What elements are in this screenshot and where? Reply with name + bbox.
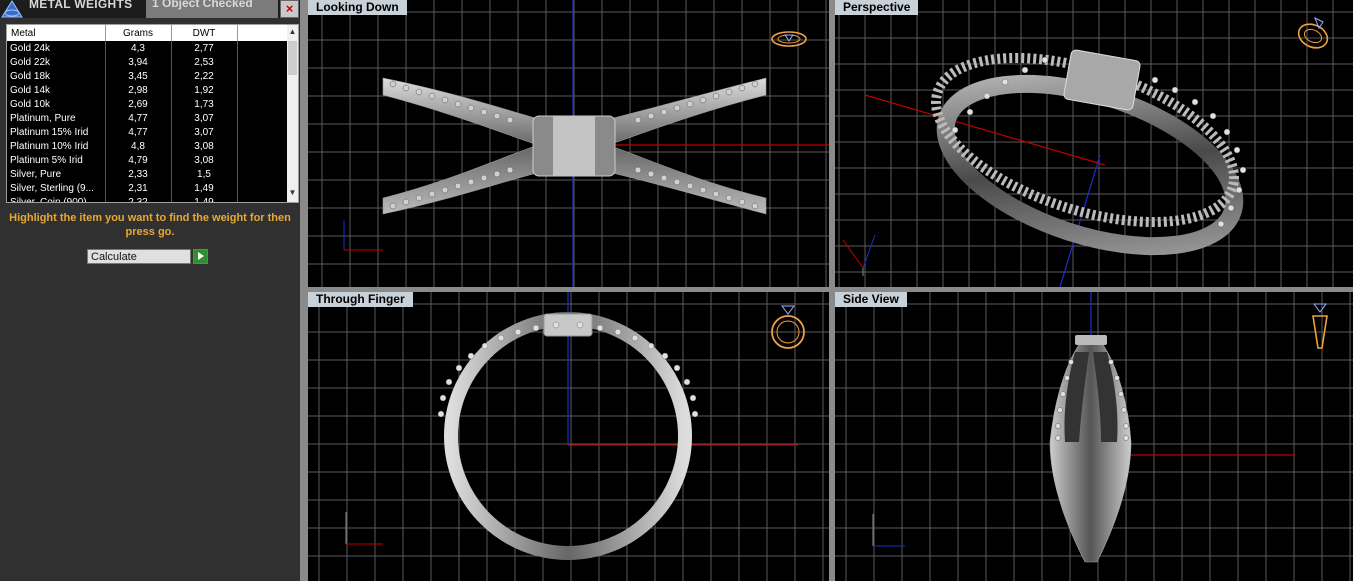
ring-orientation-icon[interactable] xyxy=(768,300,808,352)
table-row[interactable]: Gold 22k 3,94 2,53 xyxy=(7,55,288,69)
metal-weights-panel: METAL WEIGHTS 1 Object Checked × Metal G… xyxy=(0,0,300,581)
ring-perspective-view xyxy=(842,49,1247,287)
panel-titlebar: METAL WEIGHTS 1 Object Checked × xyxy=(0,0,300,18)
cell-dwt: 2,53 xyxy=(171,55,238,69)
cell-metal: Silver, Pure xyxy=(7,167,106,181)
cell-metal: Silver, Coin (900) xyxy=(7,195,106,202)
table-row[interactable]: Gold 10k 2,69 1,73 xyxy=(7,97,288,111)
status-text: 1 Object Checked xyxy=(152,0,253,10)
column-header-grams[interactable]: Grams xyxy=(105,25,172,41)
cell-empty xyxy=(237,153,288,167)
viewport-through-finger[interactable]: Through Finger xyxy=(308,292,829,581)
scroll-down-icon[interactable]: ▼ xyxy=(287,188,298,200)
cell-empty xyxy=(237,69,288,83)
table-row[interactable]: Silver, Pure 2,33 1,5 xyxy=(7,167,288,181)
ring-orientation-icon[interactable] xyxy=(769,28,809,50)
ring-top-view xyxy=(343,0,829,287)
cell-dwt: 1,73 xyxy=(171,97,238,111)
cell-dwt: 1,5 xyxy=(171,167,238,181)
objects-checked-status: 1 Object Checked xyxy=(146,0,278,18)
cell-metal: Gold 10k xyxy=(7,97,106,111)
green-play-icon[interactable] xyxy=(193,249,208,264)
viewport-perspective[interactable]: Perspective xyxy=(835,0,1353,287)
cell-dwt: 2,22 xyxy=(171,69,238,83)
cell-dwt: 1,92 xyxy=(171,83,238,97)
cell-grams: 3,45 xyxy=(105,69,172,83)
cell-empty xyxy=(237,83,288,97)
table-scrollbar[interactable]: ▲ ▼ xyxy=(287,25,298,202)
cell-grams: 2,33 xyxy=(105,167,172,181)
cell-metal: Gold 24k xyxy=(7,41,106,55)
cell-grams: 2,31 xyxy=(105,181,172,195)
cell-grams: 4,3 xyxy=(105,41,172,55)
cell-metal: Gold 22k xyxy=(7,55,106,69)
calculate-select[interactable]: Calculate xyxy=(87,249,191,264)
instruction-text: Highlight the item you want to find the … xyxy=(9,212,291,238)
cell-metal: Gold 14k xyxy=(7,83,106,97)
table-row[interactable]: Gold 24k 4,3 2,77 xyxy=(7,41,288,55)
table-row[interactable]: Platinum 10% Irid 4,8 3,08 xyxy=(7,139,288,153)
viewport-label-looking-down: Looking Down xyxy=(308,0,407,15)
cell-grams: 4,8 xyxy=(105,139,172,153)
cell-grams: 2,69 xyxy=(105,97,172,111)
viewport-label-perspective: Perspective xyxy=(835,0,919,15)
cell-metal: Silver, Sterling (9... xyxy=(7,181,106,195)
ring-orientation-icon[interactable] xyxy=(1305,300,1335,355)
cell-grams: 2,98 xyxy=(105,83,172,97)
table-row[interactable]: Silver, Sterling (9... 2,31 1,49 xyxy=(7,181,288,195)
cell-grams: 3,94 xyxy=(105,55,172,69)
cell-dwt: 3,08 xyxy=(171,139,238,153)
table-row[interactable]: Platinum 5% Irid 4,79 3,08 xyxy=(7,153,288,167)
cell-grams: 4,79 xyxy=(105,153,172,167)
cell-empty xyxy=(237,181,288,195)
table-row[interactable]: Gold 14k 2,98 1,92 xyxy=(7,83,288,97)
viewport-side-view[interactable]: Side View xyxy=(835,292,1353,581)
table-row[interactable]: Platinum, Pure 4,77 3,07 xyxy=(7,111,288,125)
cell-dwt: 3,07 xyxy=(171,125,238,139)
ring-orientation-icon[interactable] xyxy=(1293,14,1333,54)
cell-empty xyxy=(237,55,288,69)
cell-empty xyxy=(237,139,288,153)
column-header-dwt[interactable]: DWT xyxy=(171,25,238,41)
close-icon[interactable]: × xyxy=(280,0,299,18)
cell-dwt: 1,49 xyxy=(171,195,238,202)
table-row[interactable]: Silver, Coin (900) 2,32 1,49 xyxy=(7,195,288,202)
metal-weights-table: Metal Grams DWT Gold 24k 4,3 2,77 Gold 22k 3… xyxy=(6,24,299,203)
cell-empty xyxy=(237,97,288,111)
cell-grams: 2,32 xyxy=(105,195,172,202)
cell-empty xyxy=(237,111,288,125)
cell-metal: Platinum 5% Irid xyxy=(7,153,106,167)
cell-dwt: 3,07 xyxy=(171,111,238,125)
ring-side-view xyxy=(872,292,1295,563)
app-logo-icon xyxy=(1,0,23,18)
cell-metal: Platinum 10% Irid xyxy=(7,139,106,153)
cell-empty xyxy=(237,195,288,202)
cell-dwt: 3,08 xyxy=(171,153,238,167)
table-row[interactable]: Platinum 15% Irid 4,77 3,07 xyxy=(7,125,288,139)
ring-front-view xyxy=(345,292,798,560)
cell-metal: Gold 18k xyxy=(7,69,106,83)
column-header-metal[interactable]: Metal xyxy=(7,25,106,41)
cell-grams: 4,77 xyxy=(105,125,172,139)
cell-dwt: 2,77 xyxy=(171,41,238,55)
column-header-empty xyxy=(237,25,288,41)
table-row[interactable]: Gold 18k 3,45 2,22 xyxy=(7,69,288,83)
scroll-up-icon[interactable]: ▲ xyxy=(287,27,298,39)
viewport-looking-down[interactable]: Looking Down xyxy=(308,0,829,287)
cell-empty xyxy=(237,41,288,55)
cell-metal: Platinum 15% Irid xyxy=(7,125,106,139)
cell-dwt: 1,49 xyxy=(171,181,238,195)
cell-metal: Platinum, Pure xyxy=(7,111,106,125)
cell-empty xyxy=(237,167,288,181)
viewport-label-through-finger: Through Finger xyxy=(308,292,413,307)
cell-grams: 4,77 xyxy=(105,111,172,125)
viewport-label-side-view: Side View xyxy=(835,292,907,307)
scroll-thumb[interactable] xyxy=(288,41,297,75)
panel-title: METAL WEIGHTS xyxy=(29,0,133,11)
cell-empty xyxy=(237,125,288,139)
table-header-row: Metal Grams DWT xyxy=(7,25,288,41)
